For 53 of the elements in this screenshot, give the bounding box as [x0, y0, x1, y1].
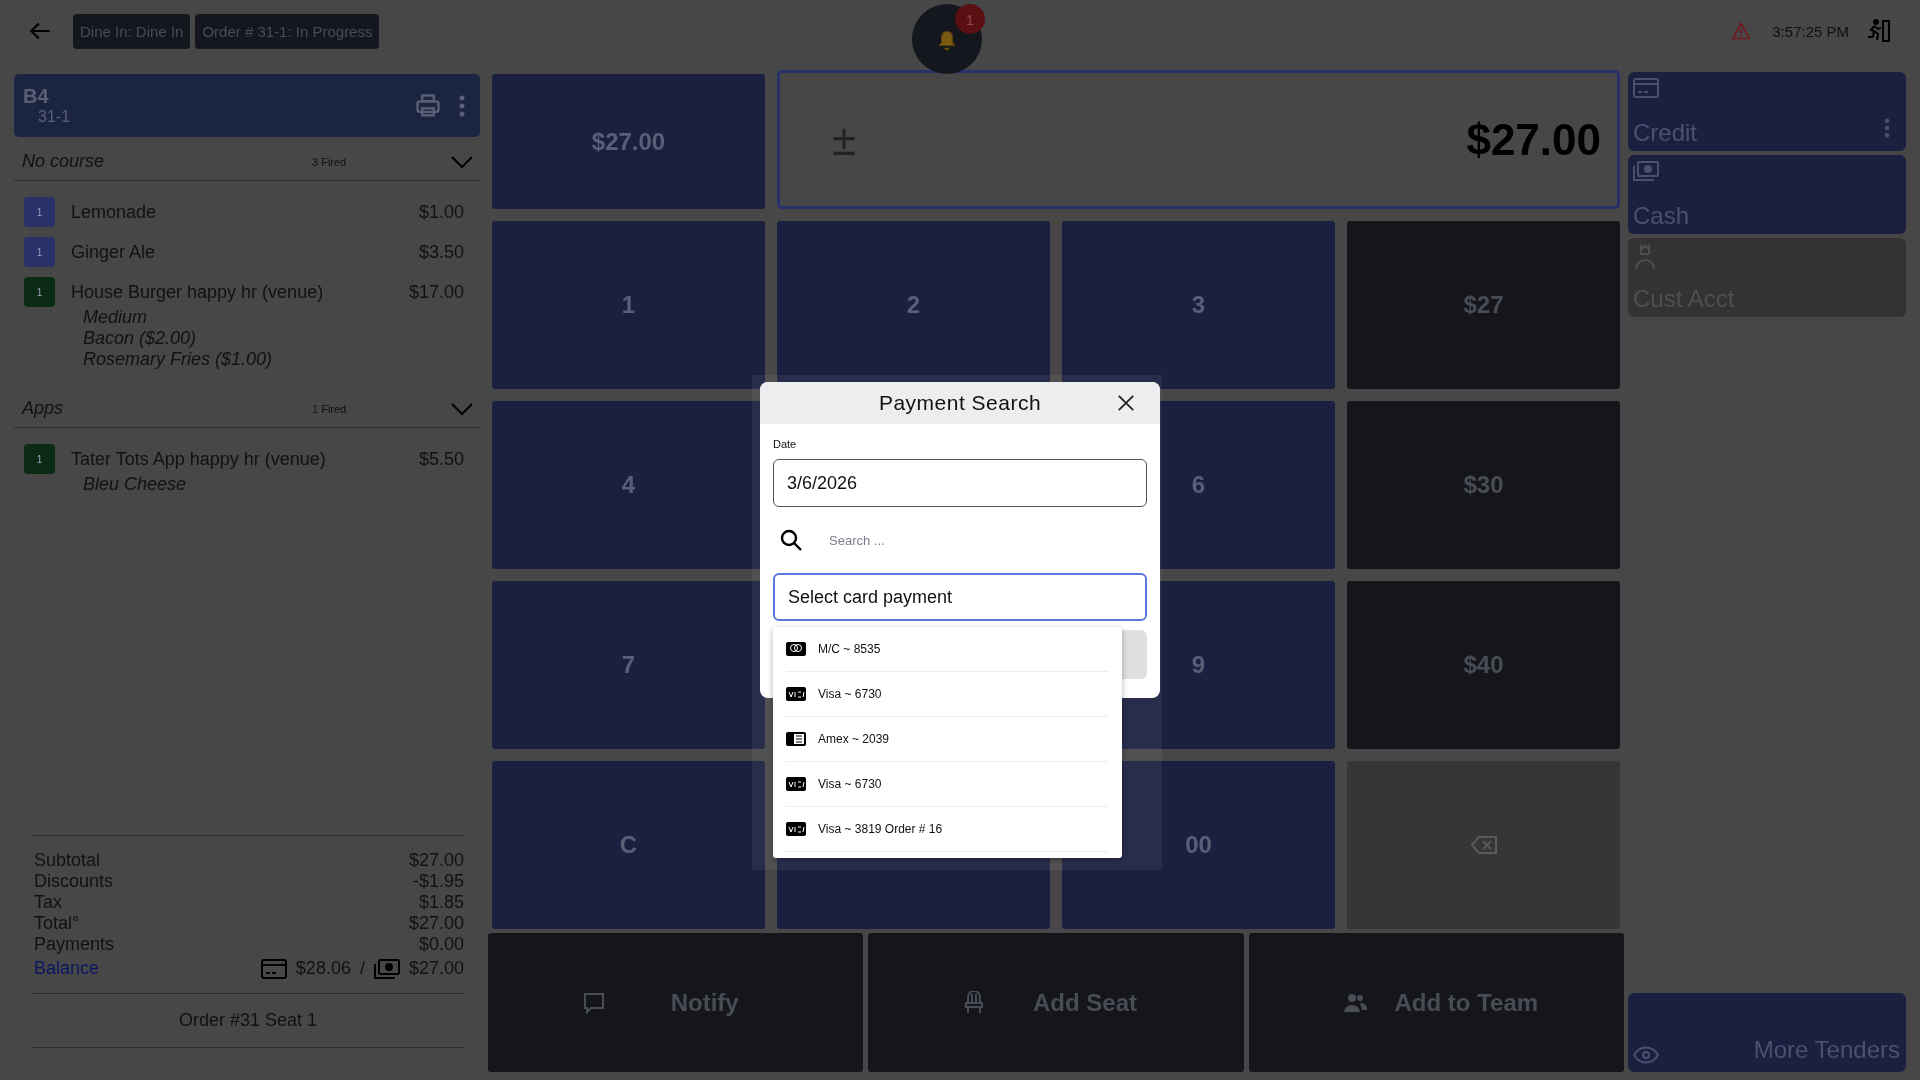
card-option[interactable]: Visa ~ 6730	[786, 762, 1109, 807]
quick-amount-button[interactable]: $27.00	[492, 74, 765, 209]
quantity-badge: 1	[24, 444, 55, 474]
action-button[interactable]: Add to Team	[1248, 933, 1624, 1072]
exit-icon[interactable]	[1866, 18, 1892, 44]
date-field[interactable]: 3/6/2026	[773, 459, 1147, 507]
person-icon	[1633, 244, 1657, 270]
warning-icon[interactable]	[1731, 21, 1752, 41]
dialog-title: Payment Search	[878, 391, 1042, 415]
people-add-icon	[1342, 991, 1369, 1014]
order-number: 31-1	[38, 108, 72, 126]
card-option[interactable]: M/C ~ 8535	[786, 627, 1109, 672]
credit-card-icon	[1633, 78, 1659, 98]
amount-key[interactable]: $40	[1347, 581, 1620, 749]
balance-separator: /	[359, 958, 365, 979]
search-icon	[779, 528, 803, 552]
card-payment-select[interactable]: Select card payment	[773, 573, 1147, 621]
amount-key[interactable]: $27	[1347, 221, 1620, 389]
sign-toggle[interactable]: ±	[832, 114, 857, 165]
notification-badge: 1	[955, 4, 985, 34]
eye-icon	[1633, 1046, 1659, 1064]
keypad-key[interactable]: C	[492, 761, 765, 929]
action-button[interactable]: Notify	[488, 933, 864, 1072]
field-label: Date	[773, 438, 798, 450]
cash-icon	[1633, 161, 1659, 181]
quantity-badge: 1	[24, 197, 55, 227]
balance-link[interactable]: Balance	[34, 958, 100, 979]
backspace-icon	[1470, 836, 1497, 854]
chevron-down-icon[interactable]	[450, 401, 474, 416]
amount-value: $27.00	[1466, 114, 1601, 165]
amount-key[interactable]: $30	[1347, 401, 1620, 569]
card-option[interactable]: Visa ~ 6730	[786, 672, 1109, 717]
table-name: B4	[23, 85, 50, 108]
more-options-icon[interactable]	[1884, 117, 1890, 139]
keypad-key[interactable]: 1	[492, 221, 765, 389]
chat-bubble-icon	[582, 990, 606, 1015]
keypad-key[interactable]: 3	[1062, 221, 1335, 389]
card-logo-icon	[786, 822, 806, 836]
cash-icon	[373, 958, 400, 979]
credit-card-icon	[260, 958, 287, 979]
close-icon[interactable]	[1117, 394, 1135, 412]
card-logo-icon	[786, 777, 806, 791]
card-logo-icon	[786, 687, 806, 701]
card-option[interactable]: Visa ~ 3819 Order # 16	[786, 807, 1109, 852]
keypad-key[interactable]: 7	[492, 581, 765, 749]
quantity-badge: 1	[24, 277, 55, 307]
quantity-badge: 1	[24, 237, 55, 267]
card-option[interactable]: Amex ~ 2039	[786, 717, 1109, 762]
card-logo-icon	[786, 642, 806, 656]
chevron-down-icon[interactable]	[450, 154, 474, 169]
action-button[interactable]: Add Seat	[868, 933, 1244, 1072]
more-options-icon[interactable]	[458, 93, 466, 118]
card-logo-icon	[786, 732, 806, 746]
